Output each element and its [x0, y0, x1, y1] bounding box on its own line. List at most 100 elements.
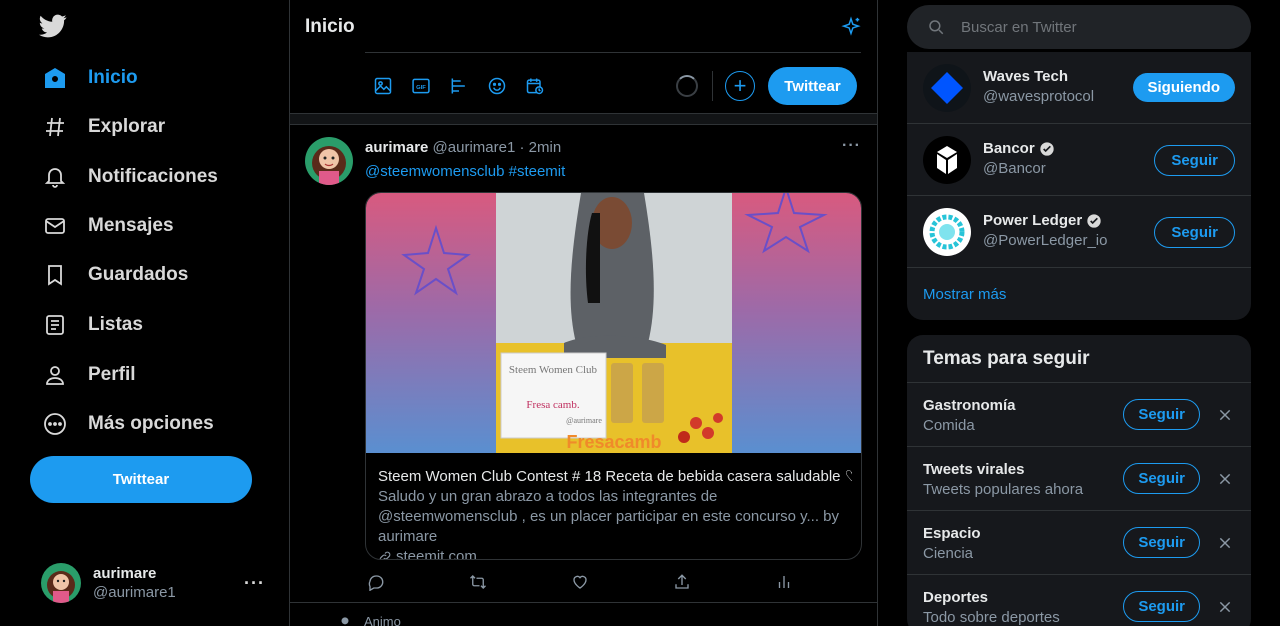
account-switcher[interactable]: aurimare @aurimare1 ···: [30, 558, 274, 608]
topic-item[interactable]: Deportes Todo sobre deportes Seguir: [907, 575, 1251, 626]
follow-topic-button[interactable]: Seguir: [1123, 399, 1200, 430]
sidebar-item-label: Mensajes: [88, 215, 174, 236]
following-button[interactable]: Siguiendo: [1132, 73, 1235, 102]
home-icon: [42, 65, 68, 91]
sidebar-item-perfil[interactable]: Perfil: [30, 355, 136, 395]
card-description: Saludo y un gran abrazo a todos las inte…: [378, 488, 839, 545]
tweet-header: aurimare @aurimare1 · 2min: [365, 139, 561, 156]
reply-icon[interactable]: [365, 571, 387, 593]
sidebar-item-label: Perfil: [88, 364, 136, 385]
sidebar-item-mas-opciones[interactable]: Más opciones: [30, 404, 214, 444]
follow-name: Waves Tech: [983, 68, 1069, 85]
sidebar-item-label: Inicio: [88, 67, 138, 88]
emoji-icon[interactable]: [478, 67, 516, 105]
topic-category: Comida: [923, 417, 975, 434]
topic-name: Gastronomía: [923, 397, 1016, 414]
tweet-time[interactable]: 2min: [529, 139, 562, 156]
show-more-link[interactable]: Mostrar más: [907, 268, 1251, 320]
add-thread-button[interactable]: +: [725, 71, 755, 101]
tweet[interactable]: aurimare @aurimare1 · 2min ··· @steemwom…: [290, 125, 877, 603]
composer-divider: [365, 52, 861, 53]
topic-item[interactable]: Gastronomía Comida Seguir: [907, 383, 1251, 447]
composer-actions: + Twittear: [676, 66, 857, 106]
sidebar-item-guardados[interactable]: Guardados: [30, 255, 188, 295]
right-sidebar: Buscar en Twitter Waves Tech @wavesproto…: [878, 0, 1280, 626]
follow-handle: @Bancor: [983, 160, 1046, 177]
topics-title: Temas para seguir: [907, 335, 1251, 383]
avatar: [923, 136, 971, 184]
sidebar-item-mensajes[interactable]: Mensajes: [30, 206, 174, 246]
sidebar-item-notificaciones[interactable]: Notificaciones: [30, 157, 218, 197]
follow-suggestion[interactable]: Waves Tech @wavesprotocol Siguiendo: [907, 52, 1251, 124]
next-tweet-preview[interactable]: Animo: [338, 614, 401, 626]
twitter-bird-icon[interactable]: [38, 12, 68, 40]
account-handle: @aurimare1: [93, 584, 176, 601]
sidebar-item-label: Listas: [88, 314, 143, 335]
share-icon[interactable]: [671, 571, 693, 593]
card-image-caption-top: Steem Women Club: [509, 364, 598, 376]
list-icon: [42, 312, 68, 338]
tweet-separator: ·: [519, 139, 529, 156]
pin-icon: [338, 615, 352, 626]
close-icon[interactable]: [1215, 597, 1235, 617]
follow-topic-button[interactable]: Seguir: [1123, 527, 1200, 558]
envelope-icon: [42, 213, 68, 239]
topic-item[interactable]: Espacio Ciencia Seguir: [907, 511, 1251, 575]
tweet-text[interactable]: @steemwomensclub #steemit: [365, 163, 565, 180]
topics-panel: Temas para seguir Gastronomía Comida Seg…: [907, 335, 1251, 626]
tweet-avatar[interactable]: [305, 137, 353, 185]
poll-icon[interactable]: [440, 67, 478, 105]
analytics-icon[interactable]: [773, 571, 795, 593]
card-url: steemit.com: [378, 547, 852, 559]
follow-suggestion[interactable]: Bancor @Bancor Seguir: [907, 124, 1251, 196]
topic-category: Todo sobre deportes: [923, 609, 1060, 626]
progress-ring-icon: [676, 75, 698, 97]
follow-name-text: Bancor: [983, 140, 1035, 157]
like-icon[interactable]: [569, 571, 591, 593]
close-icon[interactable]: [1215, 405, 1235, 425]
search-icon: [927, 18, 945, 36]
verified-icon: [1086, 213, 1102, 229]
gif-icon[interactable]: GIF: [402, 67, 440, 105]
account-name: aurimare: [93, 565, 157, 582]
compose-tweet-button[interactable]: Twittear: [768, 67, 857, 105]
sidebar-item-explorar[interactable]: Explorar: [30, 107, 165, 147]
search-placeholder: Buscar en Twitter: [961, 18, 1077, 36]
more-circle-icon: [42, 411, 68, 437]
avatar: [923, 64, 971, 112]
follow-button[interactable]: Seguir: [1154, 217, 1235, 248]
close-icon[interactable]: [1215, 469, 1235, 489]
retweet-icon[interactable]: [467, 571, 489, 593]
sidebar-tweet-button[interactable]: Twittear: [30, 456, 252, 503]
tweet-author-name[interactable]: aurimare: [365, 139, 428, 156]
follow-topic-button[interactable]: Seguir: [1123, 591, 1200, 622]
person-icon: [42, 362, 68, 388]
search-input[interactable]: Buscar en Twitter: [907, 5, 1251, 49]
follow-suggestion[interactable]: Power Ledger @PowerLedger_io Seguir: [907, 196, 1251, 268]
sidebar-item-inicio[interactable]: Inicio: [30, 58, 138, 98]
close-icon[interactable]: [1215, 533, 1235, 553]
tweet-author-handle[interactable]: @aurimare1: [433, 139, 516, 156]
follow-name-text: Power Ledger: [983, 212, 1083, 229]
svg-text:GIF: GIF: [416, 85, 426, 91]
sidebar-item-listas[interactable]: Listas: [30, 305, 143, 345]
next-tweet-label: Animo: [364, 614, 401, 626]
avatar: [41, 563, 81, 603]
link-card[interactable]: Steem Women Club Fresa camb. @aurimare F…: [365, 192, 862, 560]
follow-topic-button[interactable]: Seguir: [1123, 463, 1200, 494]
follow-button[interactable]: Seguir: [1154, 145, 1235, 176]
topic-item[interactable]: Tweets virales Tweets populares ahora Se…: [907, 447, 1251, 511]
link-icon: [378, 550, 392, 559]
more-icon[interactable]: ···: [244, 573, 274, 594]
follow-name: Power Ledger: [983, 212, 1102, 229]
follow-handle: @PowerLedger_io: [983, 232, 1108, 249]
sparkle-icon[interactable]: [840, 15, 862, 38]
card-image-caption-tag: @aurimare: [566, 416, 602, 425]
main-column: Inicio GIF + Twittear aurimare @aurimare…: [289, 0, 878, 626]
tweet-more-icon[interactable]: ···: [842, 137, 861, 155]
image-icon[interactable]: [364, 67, 402, 105]
schedule-icon[interactable]: [516, 67, 554, 105]
card-image: Steem Women Club Fresa camb. @aurimare F…: [366, 193, 861, 453]
sidebar-item-label: Notificaciones: [88, 166, 218, 187]
tweet-actions: [365, 571, 795, 593]
